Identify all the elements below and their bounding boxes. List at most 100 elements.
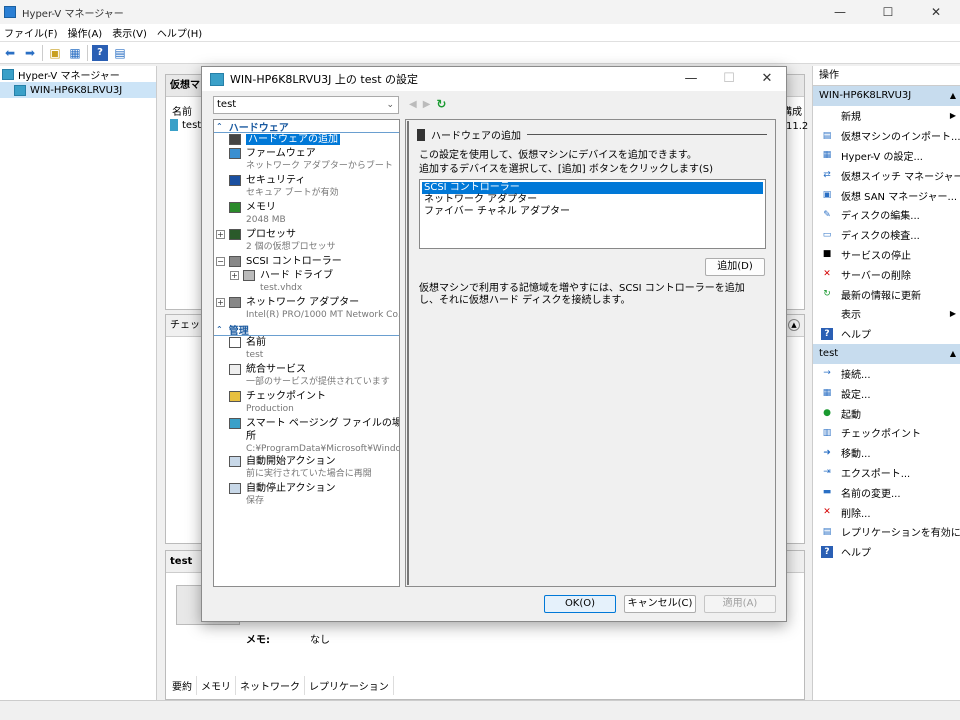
- vm-action-4[interactable]: ➜ 移動...: [813, 443, 960, 463]
- device-option[interactable]: ネットワーク アダプター: [422, 194, 763, 206]
- settings-item-sub: 前に実行されていた場合に再開: [246, 469, 372, 479]
- device-option[interactable]: SCSI コントローラー: [422, 182, 763, 194]
- dialog-close-button[interactable]: ✕: [748, 67, 786, 91]
- settings-item[interactable]: メモリ 2048 MB: [214, 201, 399, 228]
- vm-select-dropdown[interactable]: test ⌄: [213, 96, 399, 114]
- settings-item-sub: 2 個の仮想プロセッサ: [246, 242, 336, 252]
- settings-item[interactable]: + ネットワーク アダプター Intel(R) PRO/1000 MT Networ…: [214, 296, 399, 323]
- action-label: 接続...: [841, 369, 871, 381]
- maximize-button[interactable]: ☐: [864, 0, 912, 24]
- settings-item[interactable]: チェックポイント Production: [214, 390, 399, 417]
- menu-file[interactable]: ファイル(F): [0, 25, 64, 40]
- next-icon: ▶: [422, 98, 431, 110]
- remove-icon: ✕: [823, 269, 831, 280]
- category-hardware[interactable]: ⌃ ハードウェア: [214, 120, 399, 134]
- vm-action-0[interactable]: → 接続...: [813, 364, 960, 384]
- tab-summary[interactable]: 要約: [168, 676, 197, 695]
- action-label: 設定...: [841, 389, 871, 401]
- server-action-4[interactable]: ▣ 仮想 SAN マネージャー...: [813, 185, 960, 205]
- settings-item-icon: [229, 134, 241, 145]
- settings-item[interactable]: + プロセッサ 2 個の仮想プロセッサ: [214, 228, 399, 255]
- server-action-5[interactable]: ✎ ディスクの編集...: [813, 205, 960, 225]
- refresh-icon[interactable]: ↻: [436, 97, 446, 111]
- settings-item[interactable]: ファームウェア ネットワーク アダプターからブート: [214, 147, 399, 174]
- settings-item[interactable]: + ハード ドライブ test.vhdx: [214, 269, 399, 296]
- tab-memory[interactable]: メモリ: [197, 676, 236, 695]
- server-action-8[interactable]: ✕ サーバーの削除: [813, 264, 960, 284]
- vm-actions-list: → 接続... ▦ 設定... ● 起動 ▥ チェックポイント ➜ 移動... ⇥ エクスポート...…: [813, 364, 960, 562]
- prev-icon: ◀: [409, 98, 417, 110]
- category-management[interactable]: ⌃ 管理: [214, 323, 399, 337]
- tree-server[interactable]: WIN-HP6K8LRVU3J: [0, 82, 156, 98]
- blank-icon: [821, 110, 833, 122]
- ok-button[interactable]: OK(O): [544, 595, 616, 613]
- device-option[interactable]: ファイバー チャネル アダプター: [422, 206, 763, 218]
- dialog-titlebar: WIN-HP6K8LRVU3J 上の test の設定 — ☐ ✕: [202, 67, 786, 91]
- close-button[interactable]: ✕: [912, 0, 960, 24]
- server-action-11[interactable]: ? ヘルプ: [813, 324, 960, 344]
- server-action-2[interactable]: ▦ Hyper-V の設定...: [813, 146, 960, 166]
- forward-arrow-icon[interactable]: ➡: [22, 45, 38, 61]
- minimize-button[interactable]: —: [816, 0, 864, 24]
- collapse-chevron-icon[interactable]: ⌃: [216, 122, 223, 131]
- vm-action-3[interactable]: ▥ チェックポイント: [813, 423, 960, 443]
- vm-action-8[interactable]: ▤ レプリケーションを有効にす...: [813, 522, 960, 542]
- tab-replication[interactable]: レプリケーション: [305, 676, 394, 695]
- settings-item[interactable]: − SCSI コントローラー: [214, 255, 399, 269]
- tree-root[interactable]: Hyper-V マネージャー: [0, 66, 156, 82]
- settings-item[interactable]: 自動開始アクション 前に実行されていた場合に再開: [214, 455, 399, 482]
- settings-item-label: 統合サービス: [246, 364, 306, 375]
- vm-action-5[interactable]: ⇥ エクスポート...: [813, 463, 960, 483]
- vm-col-name[interactable]: 名前: [172, 103, 192, 118]
- vm-action-2[interactable]: ● 起動: [813, 403, 960, 423]
- settings-item[interactable]: 名前 test: [214, 336, 399, 363]
- collapse-caret-icon[interactable]: ▲: [950, 344, 956, 364]
- settings-item-label: ネットワーク アダプター: [246, 297, 360, 308]
- settings-item[interactable]: セキュリティ セキュア ブートが有効: [214, 174, 399, 201]
- server-action-6[interactable]: ▭ ディスクの検査...: [813, 225, 960, 245]
- collapse-icon[interactable]: ▲: [788, 319, 800, 331]
- menu-view[interactable]: 表示(V): [108, 25, 153, 40]
- server-action-7[interactable]: ■ サービスの停止: [813, 245, 960, 265]
- vm-action-6[interactable]: ▬ 名前の変更...: [813, 482, 960, 502]
- actions-section-vm[interactable]: test ▲: [813, 343, 960, 364]
- actions-section-server-label: WIN-HP6K8LRVU3J: [819, 90, 912, 101]
- collapse-icon[interactable]: −: [216, 257, 225, 266]
- expand-icon[interactable]: +: [216, 298, 225, 307]
- collapse-caret-icon[interactable]: ▲: [950, 86, 956, 106]
- dialog-minimize-button[interactable]: —: [672, 67, 710, 91]
- device-list[interactable]: SCSI コントローラー ネットワーク アダプター ファイバー チャネル アダプター: [419, 179, 766, 249]
- show-hide-action-pane-icon[interactable]: ▤: [112, 45, 128, 61]
- tab-network[interactable]: ネットワーク: [236, 676, 305, 695]
- vm-row[interactable]: test: [170, 119, 201, 131]
- vm-action-9[interactable]: ? ヘルプ: [813, 542, 960, 562]
- expand-icon[interactable]: +: [230, 271, 239, 280]
- settings-item[interactable]: 統合サービス 一部のサービスが提供されています: [214, 363, 399, 390]
- back-arrow-icon[interactable]: ⬅: [2, 45, 18, 61]
- server-action-0[interactable]: 新規 ▶: [813, 106, 960, 126]
- menu-help[interactable]: ヘルプ(H): [153, 25, 208, 40]
- settings-item[interactable]: 自動停止アクション 保存: [214, 482, 399, 509]
- expand-icon[interactable]: +: [216, 230, 225, 239]
- vm-action-7[interactable]: ✕ 削除...: [813, 502, 960, 522]
- up-folder-icon[interactable]: ▣: [47, 45, 63, 61]
- actions-section-server[interactable]: WIN-HP6K8LRVU3J ▲: [813, 86, 960, 106]
- replication-icon: ▤: [822, 526, 832, 537]
- refresh-icon: ↻: [823, 289, 831, 300]
- settings-item-label: チェックポイント: [246, 391, 326, 402]
- add-button[interactable]: 追加(D): [705, 258, 765, 276]
- help-icon[interactable]: ?: [92, 44, 108, 61]
- server-action-10[interactable]: 表示 ▶: [813, 304, 960, 324]
- cancel-button[interactable]: キャンセル(C): [624, 595, 696, 613]
- vm-row-name: test: [182, 119, 202, 131]
- settings-item[interactable]: ハードウェアの追加: [214, 133, 399, 147]
- menu-action[interactable]: 操作(A): [64, 25, 109, 40]
- show-hide-tree-icon[interactable]: ▦: [67, 45, 83, 61]
- server-action-3[interactable]: ⇄ 仮想スイッチ マネージャー...: [813, 165, 960, 185]
- vm-action-1[interactable]: ▦ 設定...: [813, 383, 960, 403]
- settings-item[interactable]: スマート ページング ファイルの場所 C:¥ProgramData¥Microso…: [214, 417, 399, 455]
- collapse-chevron-icon[interactable]: ⌃: [216, 325, 223, 334]
- server-action-9[interactable]: ↻ 最新の情報に更新: [813, 284, 960, 304]
- server-action-1[interactable]: ▤ 仮想マシンのインポート...: [813, 126, 960, 146]
